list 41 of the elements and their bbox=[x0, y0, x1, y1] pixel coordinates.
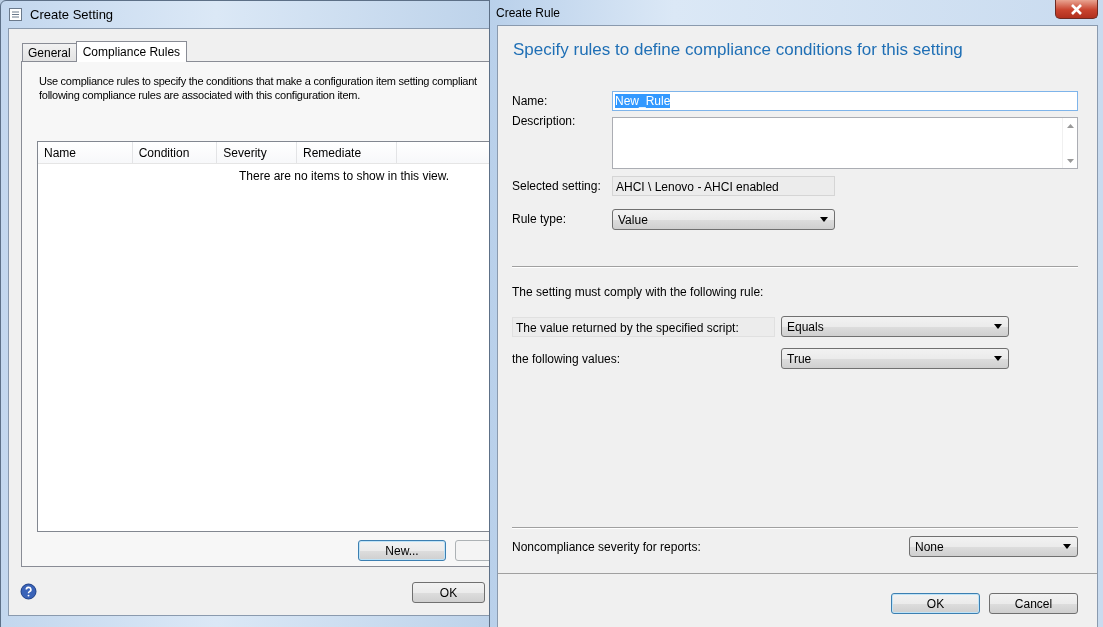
window-icon bbox=[8, 6, 23, 22]
field-label: Rule type: bbox=[512, 211, 568, 228]
severity-dropdown[interactable]: None bbox=[909, 536, 1078, 557]
severity-label: Noncompliance severity for reports: bbox=[512, 539, 701, 554]
window-title: Create Rule bbox=[496, 5, 562, 20]
new-button[interactable]: New... bbox=[358, 540, 446, 561]
scroll-down-icon[interactable] bbox=[1066, 159, 1074, 163]
dialog-button[interactable]: OK bbox=[891, 593, 980, 614]
rule-dropdown[interactable]: True bbox=[781, 348, 1009, 369]
caret-icon bbox=[994, 324, 1002, 329]
ok-button[interactable]: OK bbox=[412, 582, 485, 603]
close-icon bbox=[1070, 3, 1083, 15]
column-header[interactable]: Remediate bbox=[297, 142, 397, 163]
caret-icon bbox=[1063, 544, 1071, 549]
description-field[interactable] bbox=[612, 117, 1078, 169]
help-icon[interactable] bbox=[20, 583, 37, 600]
rule-dropdown[interactable]: Equals bbox=[781, 316, 1009, 337]
caret-icon bbox=[994, 356, 1002, 361]
rule-label: The value returned by the specified script: bbox=[512, 316, 775, 337]
column-header[interactable]: Name bbox=[38, 142, 133, 163]
selected-setting-field: AHCI \ Lenovo - AHCI enabled bbox=[612, 176, 835, 196]
field-label: Name: bbox=[512, 93, 549, 110]
scroll-up-icon[interactable] bbox=[1066, 124, 1074, 128]
dialog-button[interactable]: Cancel bbox=[989, 593, 1078, 614]
rule-caption: The setting must comply with the following rule: bbox=[512, 285, 765, 299]
empty-message: There are no items to show in this view. bbox=[239, 169, 451, 183]
tab[interactable]: Compliance Rules bbox=[75, 41, 188, 62]
intro-text: Use compliance rules to specify the conditions that make a configuration item setting compliant bbox=[39, 74, 478, 88]
intro-text: following compliance rules are associated with this configuration item. bbox=[39, 88, 361, 102]
rule-type-dropdown[interactable]: Value bbox=[612, 209, 835, 230]
dialog-heading: Specify rules to define compliance conditions for this setting bbox=[513, 40, 964, 60]
caret-icon bbox=[820, 217, 828, 222]
field-label: Description: bbox=[512, 113, 577, 130]
scrollbar[interactable] bbox=[1062, 118, 1077, 168]
window-title: Create Setting bbox=[30, 6, 114, 22]
column-header[interactable]: Severity bbox=[217, 142, 298, 163]
close-button[interactable] bbox=[1055, 0, 1098, 19]
tab[interactable]: General bbox=[22, 43, 77, 61]
field-label: Selected setting: bbox=[512, 178, 602, 195]
column-header[interactable]: Condition bbox=[132, 142, 218, 163]
rule-label: the following values: bbox=[512, 350, 622, 368]
